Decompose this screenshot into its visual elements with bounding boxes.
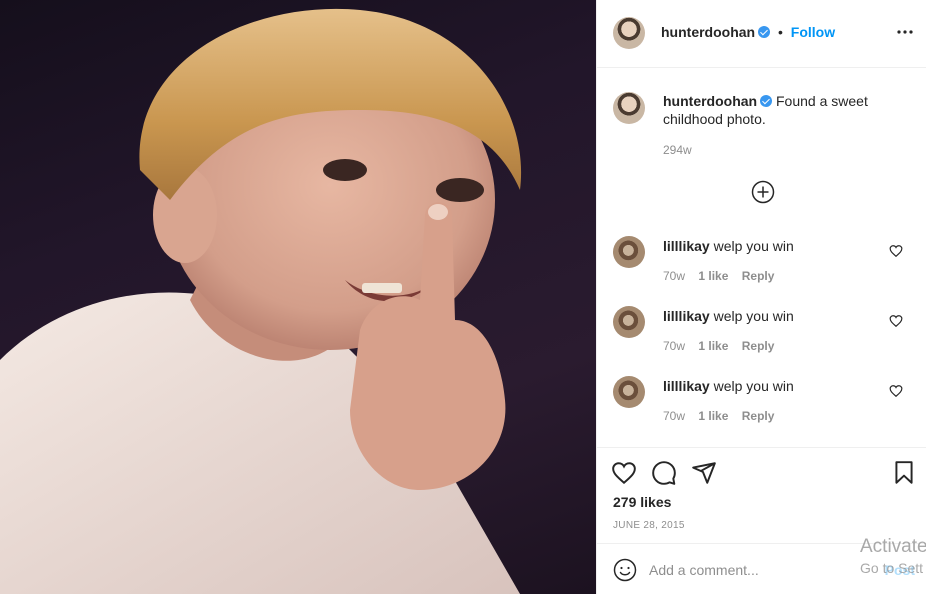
comment-time: 70w	[663, 339, 686, 353]
heart-icon[interactable]	[889, 384, 903, 398]
author-line: hunterdoohan • Follow	[661, 24, 835, 40]
comment-text: welp you win	[713, 308, 794, 324]
commenter-avatar[interactable]	[613, 236, 645, 268]
emoji-icon[interactable]	[613, 558, 637, 582]
verified-badge-icon	[760, 95, 773, 107]
comment-time: 70w	[663, 409, 686, 423]
follow-separator: •	[778, 24, 783, 40]
commenter-username[interactable]: lilllikay	[663, 378, 710, 394]
follow-button[interactable]: Follow	[791, 24, 835, 40]
commenter-avatar[interactable]	[613, 376, 645, 408]
caption-avatar[interactable]	[613, 92, 645, 124]
verified-badge-icon	[758, 26, 771, 38]
post-date: JUNE 28, 2015	[613, 520, 685, 531]
author-username[interactable]: hunterdoohan	[661, 24, 755, 40]
reply-button[interactable]: Reply	[742, 339, 775, 353]
commenter-username[interactable]: lilllikay	[663, 308, 710, 324]
post-detail-panel: hunterdoohan • Follow hunterdoohan Found…	[596, 0, 926, 594]
commenter-avatar[interactable]	[613, 306, 645, 338]
heart-icon[interactable]	[889, 244, 903, 258]
bookmark-icon[interactable]	[891, 460, 917, 486]
caption-time: 294w	[663, 143, 692, 157]
comment-meta: 70w 1 like Reply	[663, 339, 784, 353]
comment-item: lilllikay welp you win 70w 1 like Reply	[597, 306, 926, 366]
comment-item: lilllikay welp you win 70w 1 like Reply	[597, 376, 926, 436]
post-comment-button[interactable]: Post	[885, 562, 915, 578]
comment-text: welp you win	[713, 378, 794, 394]
comment-input[interactable]	[649, 558, 859, 582]
comment-likes[interactable]: 1 like	[698, 339, 728, 353]
child-photo-illustration	[0, 8, 522, 594]
comment-line: lilllikay welp you win	[663, 378, 794, 394]
comment-line: lilllikay welp you win	[663, 238, 794, 254]
comment-meta: 70w 1 like Reply	[663, 269, 784, 283]
likes-count[interactable]: 279 likes	[613, 494, 671, 510]
post-caption: hunterdoohan Found a sweet childhood pho…	[663, 92, 903, 128]
add-circle-icon[interactable]	[751, 180, 775, 204]
comment-text: welp you win	[713, 238, 794, 254]
reply-button[interactable]: Reply	[742, 409, 775, 423]
commenter-username[interactable]: lilllikay	[663, 238, 710, 254]
post-photo[interactable]	[0, 0, 596, 594]
share-icon[interactable]	[691, 460, 717, 486]
post-header: hunterdoohan • Follow	[597, 0, 926, 68]
comment-meta: 70w 1 like Reply	[663, 409, 784, 423]
comment-line: lilllikay welp you win	[663, 308, 794, 324]
reply-button[interactable]: Reply	[742, 269, 775, 283]
comment-icon[interactable]	[651, 460, 677, 486]
comment-time: 70w	[663, 269, 686, 283]
heart-icon[interactable]	[889, 314, 903, 328]
post-actions: 279 likes JUNE 28, 2015	[597, 447, 926, 543]
like-heart-icon[interactable]	[611, 460, 637, 486]
comment-item: lilllikay welp you win 70w 1 like Reply	[597, 236, 926, 296]
caption-username[interactable]: hunterdoohan	[663, 93, 757, 109]
comment-likes[interactable]: 1 like	[698, 409, 728, 423]
add-comment-bar: Post	[597, 543, 926, 594]
more-options-icon[interactable]	[895, 22, 915, 42]
author-avatar[interactable]	[613, 17, 645, 49]
comment-likes[interactable]: 1 like	[698, 269, 728, 283]
